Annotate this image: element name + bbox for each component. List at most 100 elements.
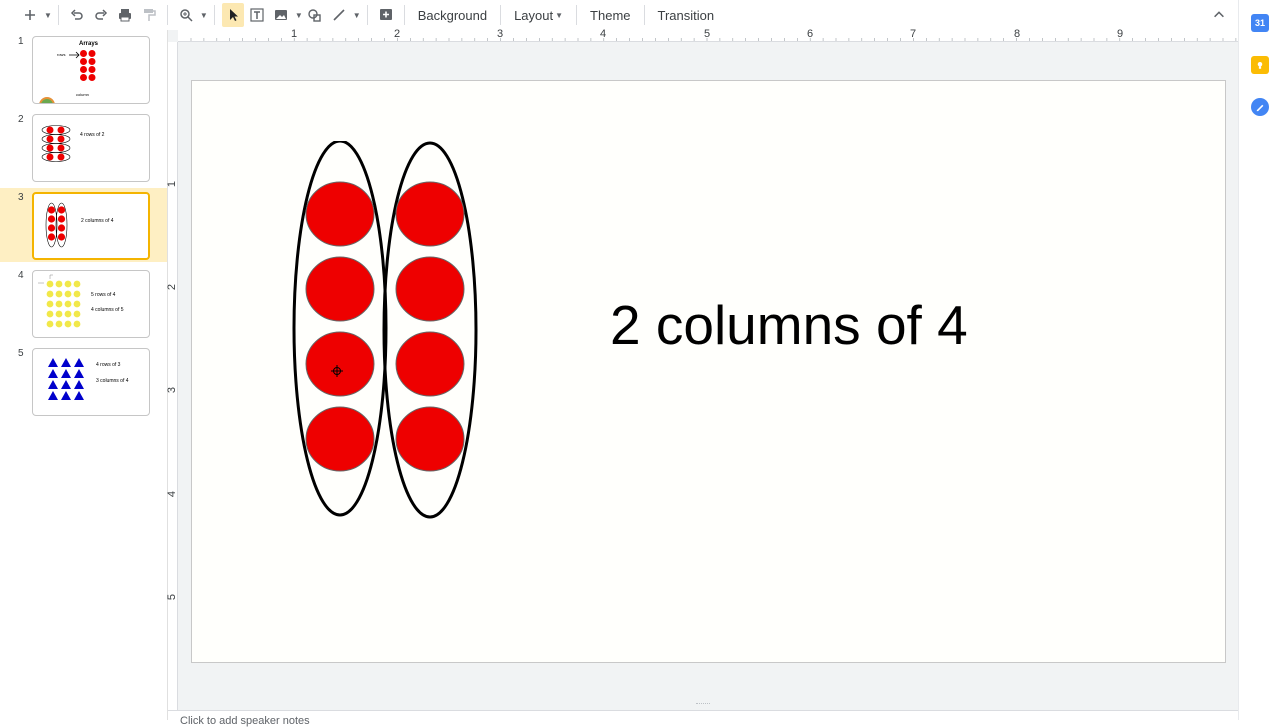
slide-preview: Arrays rows column	[32, 36, 150, 104]
array-dot[interactable]	[395, 181, 465, 247]
thumb-decoration	[39, 97, 55, 103]
ruler-label: 3	[166, 386, 179, 394]
slide-thumbnail-2[interactable]: 2 4 rows of 2	[0, 110, 167, 184]
tasks-icon[interactable]	[1251, 98, 1269, 116]
ruler-label: 3	[497, 28, 504, 40]
print-button[interactable]	[114, 3, 136, 27]
image-caret-icon[interactable]: ▼	[295, 11, 303, 20]
array-graphic[interactable]	[287, 141, 607, 601]
thumb-title: Arrays	[79, 41, 99, 47]
layout-caret-icon: ▼	[555, 10, 564, 20]
slide-filmstrip: 1 Arrays rows column 2 4 rows of 2 3 2 c…	[0, 30, 168, 720]
slide-preview: 4 rows of 2	[32, 114, 150, 182]
thumb-triangles	[48, 358, 84, 400]
speaker-notes[interactable]: Click to add speaker notes	[168, 710, 1238, 727]
slide-number: 4	[18, 270, 24, 281]
cursor-arrow-icon	[229, 9, 238, 21]
line-caret-icon[interactable]: ▼	[353, 11, 361, 20]
chevron-up-icon	[1214, 11, 1224, 18]
slide-title-text[interactable]: 2 columns of 4	[610, 293, 968, 357]
slide-thumbnail-1[interactable]: 1 Arrays rows column	[0, 32, 167, 106]
thumb-label: rows	[57, 52, 66, 57]
thumb-text: 2 columns of 4	[81, 218, 114, 224]
redo-button[interactable]	[90, 3, 112, 27]
thumb-suns	[38, 274, 81, 328]
transition-button[interactable]: Transition	[651, 3, 722, 27]
slide-thumbnail-3[interactable]: 3 2 columns of 4	[0, 188, 167, 262]
redo-icon	[95, 9, 107, 20]
side-panel: 31	[1238, 0, 1280, 720]
thumb-text: 4 rows of 2	[80, 132, 105, 138]
undo-button[interactable]	[66, 3, 88, 27]
slide-number: 5	[18, 348, 24, 359]
slide-thumbnail-5[interactable]: 5 4 rows of 3 3 columns of 4	[0, 344, 167, 418]
slide-editor[interactable]: 2 columns of 4	[191, 80, 1226, 663]
zoom-button[interactable]	[175, 3, 197, 27]
shape-button[interactable]	[304, 3, 326, 27]
thumb-text: 4 rows of 3	[96, 362, 121, 368]
array-dot[interactable]	[395, 406, 465, 472]
toolbar-divider	[213, 5, 215, 25]
notes-resize-handle[interactable]	[696, 703, 710, 706]
ruler-label: 9	[1117, 28, 1124, 40]
array-dot[interactable]	[395, 331, 465, 397]
ruler-label: 5	[166, 593, 179, 601]
slide-number: 3	[18, 192, 24, 203]
thumb-text: 5 rows of 4	[91, 292, 116, 298]
plus-icon	[25, 10, 35, 20]
horizontal-ruler[interactable]: 1 2 3 4 5 6 7 8 9	[178, 28, 1238, 42]
ruler-label: 2	[166, 283, 179, 291]
speaker-notes-placeholder: Click to add speaker notes	[180, 715, 310, 727]
zoom-caret-icon[interactable]: ▼	[200, 11, 208, 20]
text-box-button[interactable]	[246, 3, 268, 27]
print-icon	[118, 9, 131, 22]
zoom-icon	[180, 9, 193, 22]
slide-thumbnail-4[interactable]: 4 5 rows of 4 4 columns of 5	[0, 266, 167, 340]
ruler-label: 4	[166, 490, 179, 498]
line-button[interactable]	[328, 3, 350, 27]
theme-button[interactable]: Theme	[583, 3, 637, 27]
layout-label: Layout	[514, 7, 554, 23]
toolbar-divider	[366, 5, 368, 25]
shape-icon	[308, 9, 321, 22]
insert-image-button[interactable]	[270, 3, 292, 27]
slide-number: 1	[18, 36, 24, 47]
text-box-icon	[250, 8, 264, 22]
new-slide-caret-icon[interactable]: ▼	[44, 11, 52, 20]
background-button[interactable]: Background	[411, 3, 494, 27]
array-dot[interactable]	[305, 406, 375, 472]
add-comment-icon	[379, 9, 392, 20]
array-dot[interactable]	[305, 331, 375, 397]
slide-canvas-area: 1 2 3 4 5 6 7 8 9 1 2 3 4 5 2 columns of…	[166, 28, 1238, 710]
calendar-icon[interactable]: 31	[1251, 14, 1269, 32]
toolbar-divider	[403, 5, 405, 25]
paint-format-icon	[143, 9, 156, 21]
undo-icon	[70, 9, 83, 20]
slide-preview: 5 rows of 4 4 columns of 5	[32, 270, 150, 338]
new-slide-button[interactable]	[19, 3, 41, 27]
ruler-label: 1	[291, 28, 298, 40]
slide-preview: 4 rows of 3 3 columns of 4	[32, 348, 150, 416]
select-tool-button[interactable]	[221, 3, 244, 27]
thumb-label: column	[76, 92, 89, 97]
ruler-label: 1	[166, 180, 179, 188]
thumb-text: 4 columns of 5	[91, 307, 124, 313]
paint-format-button[interactable]	[138, 3, 160, 27]
toolbar-divider	[500, 5, 502, 25]
array-dot[interactable]	[305, 256, 375, 322]
ruler-label: 7	[910, 28, 917, 40]
toolbar-divider	[643, 5, 645, 25]
toolbar-divider	[57, 5, 59, 25]
vertical-ruler[interactable]: 1 2 3 4 5	[166, 42, 179, 710]
ruler-label: 4	[600, 28, 607, 40]
thumb-dots	[41, 125, 71, 162]
toolbar: ▼ ▼ ▼ ▼ Background Layout ▼ Theme Transi…	[0, 0, 1238, 30]
layout-button[interactable]: Layout ▼	[507, 3, 570, 27]
thumb-dots	[80, 50, 96, 81]
keep-icon[interactable]	[1251, 56, 1269, 74]
ruler-label: 6	[807, 28, 814, 40]
array-dot[interactable]	[395, 256, 465, 322]
add-comment-button[interactable]	[375, 3, 397, 27]
collapse-toolbar-button[interactable]	[1210, 6, 1228, 24]
array-dot[interactable]	[305, 181, 375, 247]
